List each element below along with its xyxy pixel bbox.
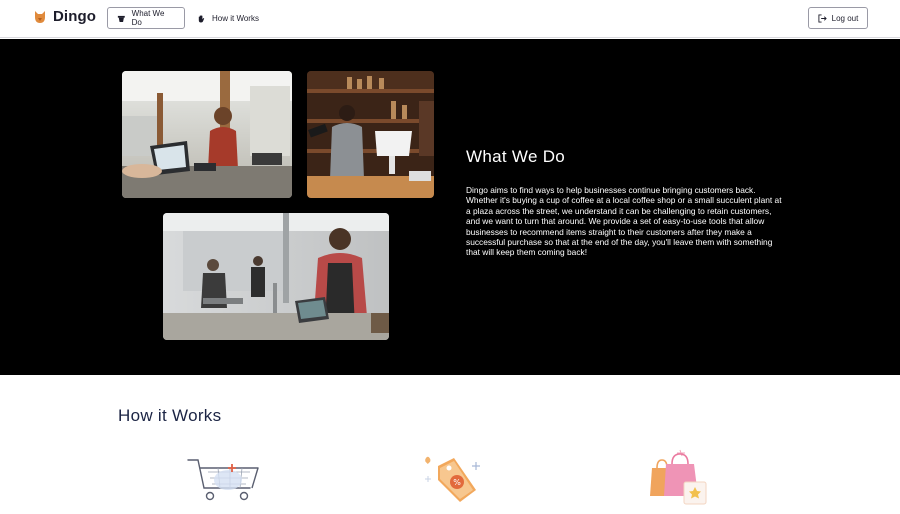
- what-we-do-title: What We Do: [466, 147, 566, 166]
- discount-tag-icon: %: [425, 456, 480, 502]
- photo-cafe-cashier-image: [122, 71, 292, 198]
- svg-text:%: %: [453, 478, 461, 487]
- photo-shop-owner-laptop-image: [163, 213, 389, 340]
- hand-icon: [198, 14, 205, 23]
- nav-what-we-do[interactable]: What We Do: [107, 7, 185, 29]
- shopping-bags-icon: [650, 449, 707, 505]
- brand-logo[interactable]: Dingo: [32, 8, 96, 25]
- coffee-cup-icon: [117, 15, 125, 22]
- photo-barista-pos-image: [307, 71, 434, 198]
- nav-how-it-works-label: How it Works: [212, 13, 259, 23]
- logout-icon: [818, 13, 827, 23]
- nav-what-we-do-label: What We Do: [131, 9, 165, 27]
- how-it-works-title: How it Works: [118, 406, 222, 425]
- brand-name: Dingo: [53, 8, 96, 25]
- top-navbar: Dingo What We Do How it Works Log out: [0, 0, 900, 38]
- logout-button[interactable]: Log out: [808, 7, 868, 29]
- photo-cafe-cashier: [122, 71, 292, 198]
- shopping-cart-icon: [187, 459, 259, 501]
- dingo-logo-icon: [35, 10, 45, 23]
- nav-how-it-works[interactable]: How it Works: [188, 7, 268, 29]
- what-we-do-body: Dingo aims to find ways to help business…: [466, 185, 782, 258]
- logout-label: Log out: [831, 13, 859, 23]
- photo-barista-pos: [307, 71, 434, 198]
- photo-shop-owner-laptop: [163, 213, 389, 340]
- what-we-do-section: What We Do Dingo aims to find ways to he…: [0, 39, 900, 375]
